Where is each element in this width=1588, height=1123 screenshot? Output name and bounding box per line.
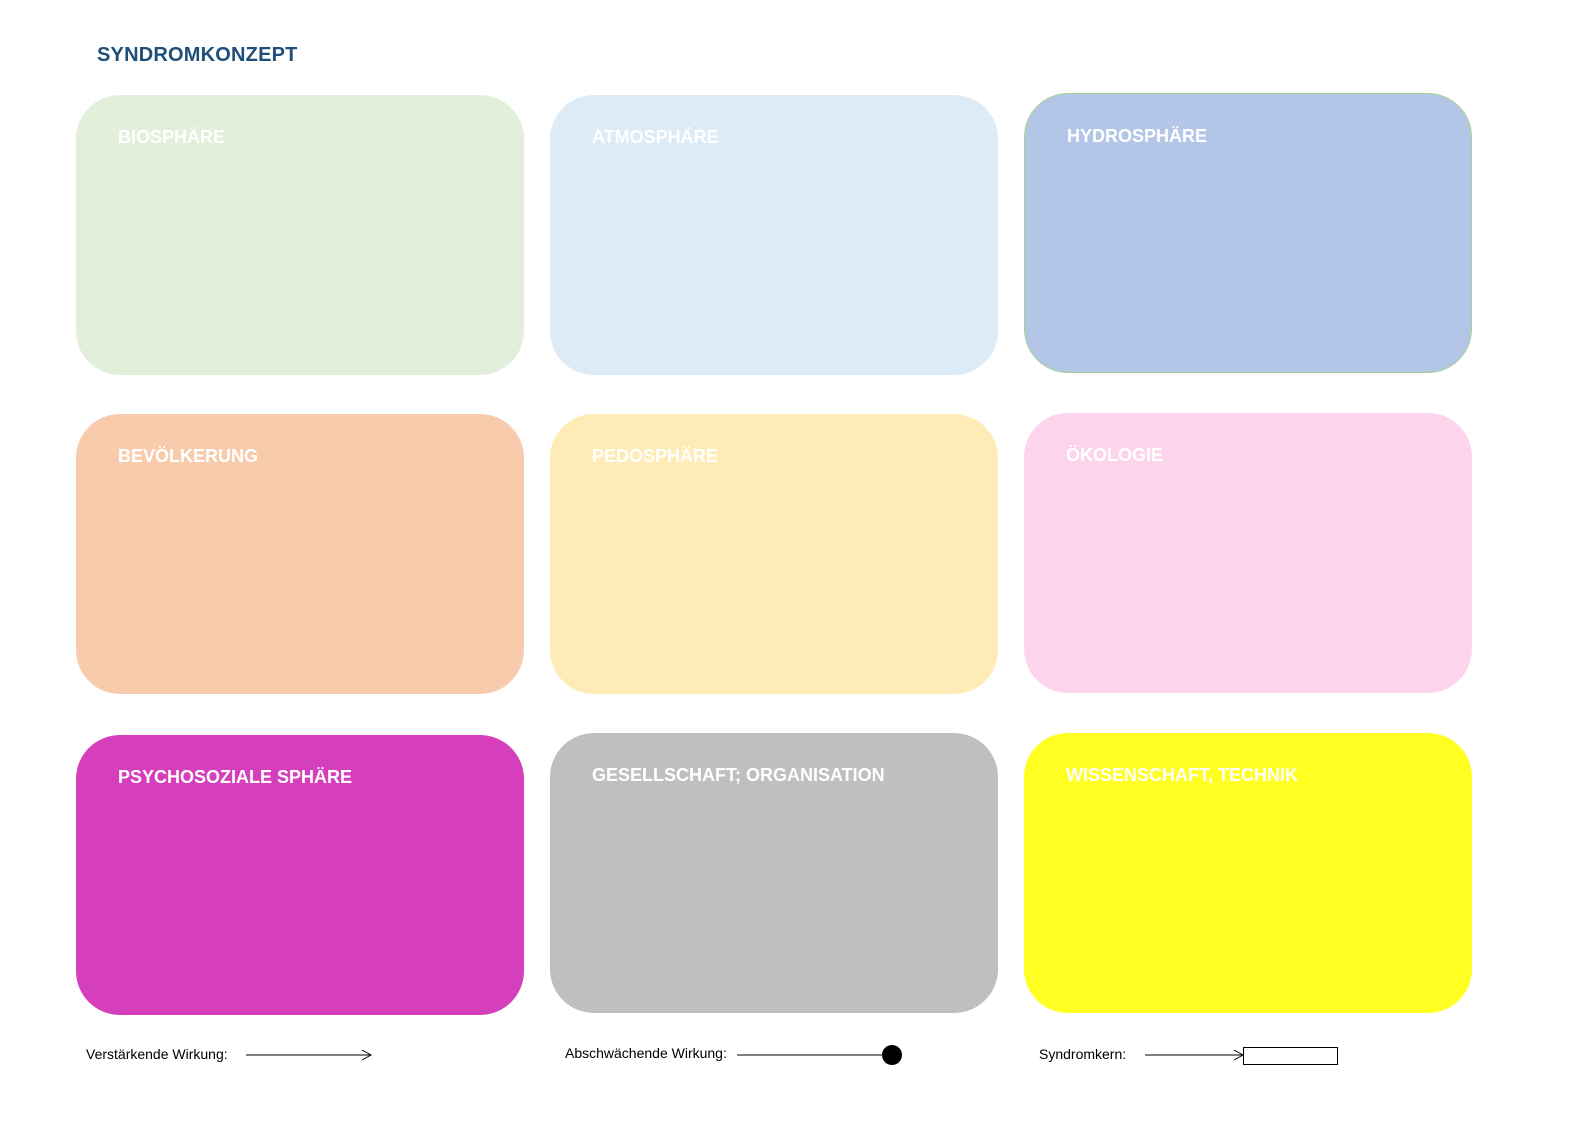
- box-label: ATMOSPHÄRE: [592, 127, 719, 147]
- dot-end-line-icon: [737, 1045, 902, 1065]
- box-label: PEDOSPHÄRE: [592, 446, 719, 466]
- box-label: WISSENSCHAFT, TECHNIK: [1066, 765, 1299, 785]
- box-label: GESELLSCHAFT; ORGANISATION: [592, 765, 885, 785]
- page-title: SYNDROMKONZEPT: [97, 44, 298, 66]
- box-biosphaere[interactable]: BIOSPHÄRE: [76, 95, 524, 375]
- box-pedosphaere[interactable]: PEDOSPHÄRE: [550, 414, 998, 694]
- box-bevoelkerung[interactable]: BEVÖLKERUNG: [76, 414, 524, 694]
- legend-amplifying: Verstärkende Wirkung:: [86, 1043, 386, 1067]
- box-label: ÖKOLOGIE: [1066, 445, 1164, 465]
- arrow-to-box-icon: [1145, 1047, 1338, 1065]
- legend-core: Syndromkern:: [1039, 1043, 1359, 1067]
- box-label: BEVÖLKERUNG: [118, 446, 259, 466]
- box-label: PSYCHOSOZIALE SPHÄRE: [118, 767, 353, 787]
- legend-amplifying-label: Verstärkende Wirkung:: [86, 1046, 228, 1062]
- legend-core-label: Syndromkern:: [1039, 1046, 1127, 1062]
- box-label: BIOSPHÄRE: [118, 127, 226, 147]
- legend-weakening: Abschwächende Wirkung:: [565, 1043, 915, 1067]
- box-atmosphaere[interactable]: ATMOSPHÄRE: [550, 95, 998, 375]
- legend-weakening-label: Abschwächende Wirkung:: [565, 1045, 727, 1061]
- box-label: HYDROSPHÄRE: [1067, 126, 1208, 146]
- box-hydrosphaere[interactable]: HYDROSPHÄRE: [1024, 93, 1472, 373]
- arrow-icon: [246, 1049, 373, 1061]
- box-psychosoziale-sphaere[interactable]: PSYCHOSOZIALE SPHÄRE: [76, 735, 524, 1015]
- box-oekologie[interactable]: ÖKOLOGIE: [1024, 413, 1472, 693]
- box-gesellschaft-organisation[interactable]: GESELLSCHAFT; ORGANISATION: [550, 733, 998, 1013]
- box-wissenschaft-technik[interactable]: WISSENSCHAFT, TECHNIK: [1024, 733, 1472, 1013]
